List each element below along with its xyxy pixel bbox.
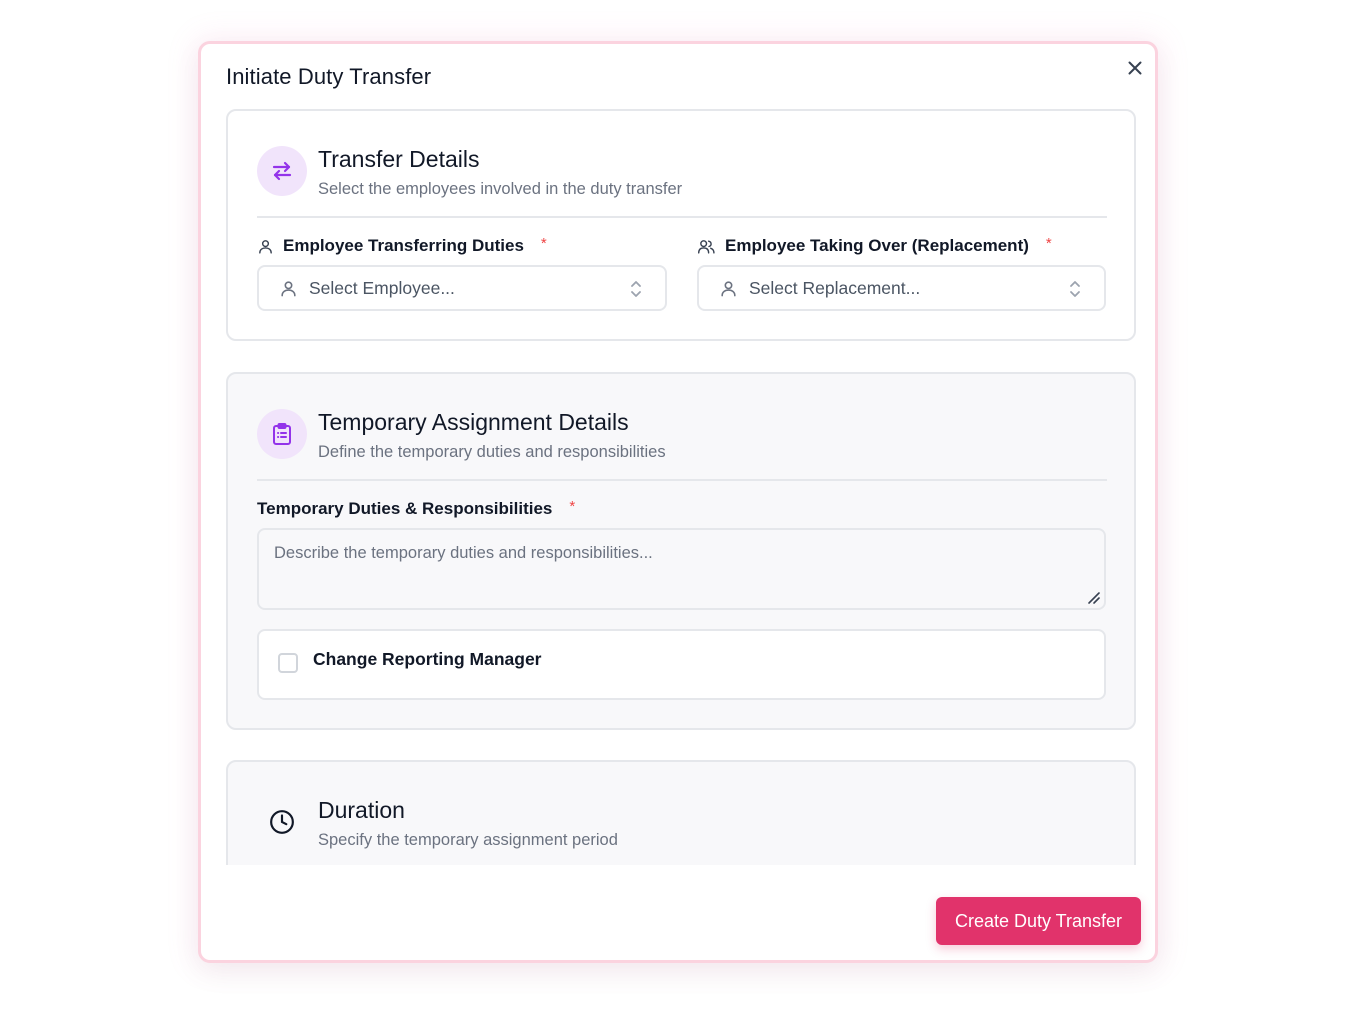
temporary-assignment-card: Temporary Assignment Details Define the … xyxy=(226,372,1136,730)
transfer-details-icon-badge xyxy=(257,146,307,196)
modal-title: Initiate Duty Transfer xyxy=(226,64,432,89)
duties-field-label: Temporary Duties & Responsibilities * xyxy=(257,497,576,519)
modal-scroll-area[interactable]: Transfer Details Select the employees in… xyxy=(226,109,1138,865)
user-icon xyxy=(281,280,296,296)
divider xyxy=(257,479,1107,481)
temporary-assignment-title: Temporary Assignment Details xyxy=(318,409,629,435)
replacement-label-text: Employee Taking Over (Replacement) xyxy=(725,236,1029,255)
temporary-assignment-icon-badge xyxy=(257,409,307,459)
employee-field-label: Employee Transferring Duties * xyxy=(257,234,547,256)
duties-textarea-placeholder: Describe the temporary duties and respon… xyxy=(274,544,653,562)
duration-subtitle: Specify the temporary assignment period xyxy=(318,831,618,849)
employee-select[interactable]: Select Employee... xyxy=(257,265,667,311)
swap-arrows-icon xyxy=(272,161,292,181)
replacement-select[interactable]: Select Replacement... xyxy=(697,265,1106,311)
chevrons-up-down-icon xyxy=(631,281,641,297)
clock-icon xyxy=(270,810,294,834)
duties-label-text: Temporary Duties & Responsibilities xyxy=(257,499,553,518)
chevrons-up-down-icon xyxy=(1070,281,1080,297)
create-duty-transfer-button[interactable]: Create Duty Transfer xyxy=(936,897,1141,945)
required-mark: * xyxy=(569,497,576,515)
duty-transfer-modal: Initiate Duty Transfer Transfer Details … xyxy=(198,41,1158,963)
change-manager-row[interactable]: Change Reporting Manager xyxy=(257,629,1106,700)
user-icon xyxy=(259,239,272,254)
employee-select-placeholder: Select Employee... xyxy=(309,277,455,298)
replacement-field-label: Employee Taking Over (Replacement) * xyxy=(697,234,1052,256)
duration-icon-badge xyxy=(257,797,307,847)
duration-title: Duration xyxy=(318,797,405,823)
close-button[interactable] xyxy=(1123,56,1147,80)
clipboard-list-icon xyxy=(273,423,291,445)
replacement-select-placeholder: Select Replacement... xyxy=(749,277,921,298)
transfer-details-card: Transfer Details Select the employees in… xyxy=(226,109,1136,341)
users-icon xyxy=(697,239,715,254)
transfer-details-subtitle: Select the employees involved in the dut… xyxy=(318,180,683,198)
duties-textarea[interactable]: Describe the temporary duties and respon… xyxy=(257,528,1106,610)
employee-label-text: Employee Transferring Duties xyxy=(283,236,524,255)
transfer-details-title: Transfer Details xyxy=(318,146,480,172)
change-manager-checkbox[interactable] xyxy=(278,653,298,673)
user-icon xyxy=(721,280,736,296)
required-mark: * xyxy=(540,234,547,252)
close-icon xyxy=(1128,61,1142,75)
change-manager-label: Change Reporting Manager xyxy=(313,649,542,669)
duration-card: Duration Specify the temporary assignmen… xyxy=(226,760,1136,865)
divider xyxy=(257,216,1107,218)
resize-handle-icon[interactable] xyxy=(1087,591,1101,605)
required-mark: * xyxy=(1045,234,1052,252)
temporary-assignment-subtitle: Define the temporary duties and responsi… xyxy=(318,443,666,461)
